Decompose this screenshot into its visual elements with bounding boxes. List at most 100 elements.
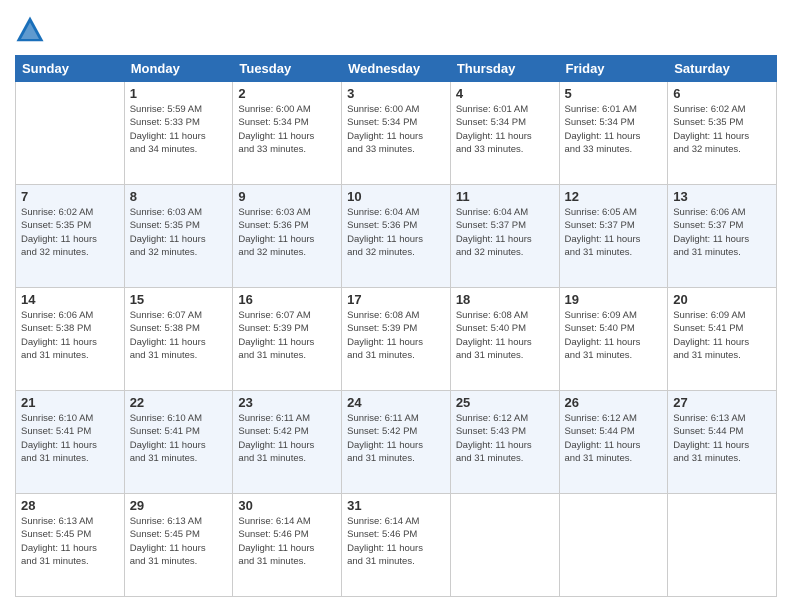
- day-info: Sunrise: 6:11 AM Sunset: 5:42 PM Dayligh…: [238, 412, 336, 465]
- calendar-cell: 30 Sunrise: 6:14 AM Sunset: 5:46 PM Dayli…: [233, 494, 342, 597]
- day-number: 11: [456, 189, 554, 204]
- day-number: 19: [565, 292, 663, 307]
- day-info: Sunrise: 6:07 AM Sunset: 5:39 PM Dayligh…: [238, 309, 336, 362]
- day-info: Sunrise: 6:11 AM Sunset: 5:42 PM Dayligh…: [347, 412, 445, 465]
- calendar-header-tuesday: Tuesday: [233, 56, 342, 82]
- day-info: Sunrise: 6:12 AM Sunset: 5:44 PM Dayligh…: [565, 412, 663, 465]
- day-number: 10: [347, 189, 445, 204]
- day-number: 31: [347, 498, 445, 513]
- calendar-week-row: 7 Sunrise: 6:02 AM Sunset: 5:35 PM Daylig…: [16, 185, 777, 288]
- day-info: Sunrise: 6:13 AM Sunset: 5:45 PM Dayligh…: [130, 515, 228, 568]
- calendar-cell: 12 Sunrise: 6:05 AM Sunset: 5:37 PM Dayli…: [559, 185, 668, 288]
- day-number: 27: [673, 395, 771, 410]
- calendar-cell: 3 Sunrise: 6:00 AM Sunset: 5:34 PM Daylig…: [342, 82, 451, 185]
- page: SundayMondayTuesdayWednesdayThursdayFrid…: [0, 0, 792, 612]
- calendar-cell: 21Sunrise: 6:10 AM Sunset: 5:41 PM Dayli…: [16, 391, 125, 494]
- calendar-cell: 19 Sunrise: 6:09 AM Sunset: 5:40 PM Dayli…: [559, 288, 668, 391]
- day-info: Sunrise: 6:13 AM Sunset: 5:45 PM Dayligh…: [21, 515, 119, 568]
- day-info: Sunrise: 6:04 AM Sunset: 5:36 PM Dayligh…: [347, 206, 445, 259]
- calendar-header-wednesday: Wednesday: [342, 56, 451, 82]
- calendar-cell: 23 Sunrise: 6:11 AM Sunset: 5:42 PM Dayli…: [233, 391, 342, 494]
- calendar-cell: 4Sunrise: 6:01 AM Sunset: 5:34 PM Daylig…: [450, 82, 559, 185]
- day-info: Sunrise: 6:10 AM Sunset: 5:41 PM Dayligh…: [130, 412, 228, 465]
- day-info: Sunrise: 6:14 AM Sunset: 5:46 PM Dayligh…: [238, 515, 336, 568]
- day-number: 1: [130, 86, 228, 101]
- day-info: Sunrise: 6:07 AM Sunset: 5:38 PM Dayligh…: [130, 309, 228, 362]
- day-number: 30: [238, 498, 336, 513]
- day-info: Sunrise: 6:05 AM Sunset: 5:37 PM Dayligh…: [565, 206, 663, 259]
- day-info: Sunrise: 6:08 AM Sunset: 5:40 PM Dayligh…: [456, 309, 554, 362]
- day-number: 12: [565, 189, 663, 204]
- day-info: Sunrise: 6:03 AM Sunset: 5:36 PM Dayligh…: [238, 206, 336, 259]
- day-number: 23: [238, 395, 336, 410]
- calendar-cell: 14 Sunrise: 6:06 AM Sunset: 5:38 PM Dayli…: [16, 288, 125, 391]
- calendar-cell: 18Sunrise: 6:08 AM Sunset: 5:40 PM Dayli…: [450, 288, 559, 391]
- calendar-header-sunday: Sunday: [16, 56, 125, 82]
- day-info: Sunrise: 6:10 AM Sunset: 5:41 PM Dayligh…: [21, 412, 119, 465]
- day-info: Sunrise: 6:12 AM Sunset: 5:43 PM Dayligh…: [456, 412, 554, 465]
- calendar-week-row: 14 Sunrise: 6:06 AM Sunset: 5:38 PM Dayli…: [16, 288, 777, 391]
- calendar-week-row: 1 Sunrise: 5:59 AM Sunset: 5:33 PM Daylig…: [16, 82, 777, 185]
- day-info: Sunrise: 6:06 AM Sunset: 5:38 PM Dayligh…: [21, 309, 119, 362]
- calendar-cell: 2Sunrise: 6:00 AM Sunset: 5:34 PM Daylig…: [233, 82, 342, 185]
- calendar-header-friday: Friday: [559, 56, 668, 82]
- calendar-cell: 13 Sunrise: 6:06 AM Sunset: 5:37 PM Dayli…: [668, 185, 777, 288]
- day-number: 14: [21, 292, 119, 307]
- calendar-cell: 25 Sunrise: 6:12 AM Sunset: 5:43 PM Dayli…: [450, 391, 559, 494]
- calendar-cell: 15 Sunrise: 6:07 AM Sunset: 5:38 PM Dayli…: [124, 288, 233, 391]
- day-info: Sunrise: 6:00 AM Sunset: 5:34 PM Dayligh…: [347, 103, 445, 156]
- calendar-cell: 5Sunrise: 6:01 AM Sunset: 5:34 PM Daylig…: [559, 82, 668, 185]
- calendar-cell: 17 Sunrise: 6:08 AM Sunset: 5:39 PM Dayli…: [342, 288, 451, 391]
- day-info: Sunrise: 6:09 AM Sunset: 5:40 PM Dayligh…: [565, 309, 663, 362]
- day-number: 28: [21, 498, 119, 513]
- day-info: Sunrise: 6:08 AM Sunset: 5:39 PM Dayligh…: [347, 309, 445, 362]
- day-number: 9: [238, 189, 336, 204]
- day-info: Sunrise: 6:01 AM Sunset: 5:34 PM Dayligh…: [565, 103, 663, 156]
- calendar-cell: 1 Sunrise: 5:59 AM Sunset: 5:33 PM Daylig…: [124, 82, 233, 185]
- calendar-cell: 16Sunrise: 6:07 AM Sunset: 5:39 PM Dayli…: [233, 288, 342, 391]
- day-info: Sunrise: 6:02 AM Sunset: 5:35 PM Dayligh…: [21, 206, 119, 259]
- day-info: Sunrise: 6:06 AM Sunset: 5:37 PM Dayligh…: [673, 206, 771, 259]
- day-info: Sunrise: 6:02 AM Sunset: 5:35 PM Dayligh…: [673, 103, 771, 156]
- day-number: 25: [456, 395, 554, 410]
- calendar-cell: [668, 494, 777, 597]
- calendar-cell: 26 Sunrise: 6:12 AM Sunset: 5:44 PM Dayli…: [559, 391, 668, 494]
- day-info: Sunrise: 6:13 AM Sunset: 5:44 PM Dayligh…: [673, 412, 771, 465]
- calendar-header-row: SundayMondayTuesdayWednesdayThursdayFrid…: [16, 56, 777, 82]
- day-number: 4: [456, 86, 554, 101]
- day-number: 7: [21, 189, 119, 204]
- calendar-cell: 28 Sunrise: 6:13 AM Sunset: 5:45 PM Dayli…: [16, 494, 125, 597]
- calendar-cell: 31 Sunrise: 6:14 AM Sunset: 5:46 PM Dayli…: [342, 494, 451, 597]
- logo-icon: [15, 15, 45, 45]
- calendar-header-thursday: Thursday: [450, 56, 559, 82]
- calendar-cell: 24 Sunrise: 6:11 AM Sunset: 5:42 PM Dayli…: [342, 391, 451, 494]
- calendar-header-saturday: Saturday: [668, 56, 777, 82]
- day-number: 20: [673, 292, 771, 307]
- calendar-cell: 6Sunrise: 6:02 AM Sunset: 5:35 PM Daylig…: [668, 82, 777, 185]
- calendar-cell: 29 Sunrise: 6:13 AM Sunset: 5:45 PM Dayli…: [124, 494, 233, 597]
- day-info: Sunrise: 5:59 AM Sunset: 5:33 PM Dayligh…: [130, 103, 228, 156]
- calendar-cell: 20 Sunrise: 6:09 AM Sunset: 5:41 PM Dayli…: [668, 288, 777, 391]
- calendar-cell: 22 Sunrise: 6:10 AM Sunset: 5:41 PM Dayli…: [124, 391, 233, 494]
- header: [15, 15, 777, 45]
- day-number: 26: [565, 395, 663, 410]
- calendar-cell: 10 Sunrise: 6:04 AM Sunset: 5:36 PM Dayli…: [342, 185, 451, 288]
- day-number: 3: [347, 86, 445, 101]
- calendar-cell: 7 Sunrise: 6:02 AM Sunset: 5:35 PM Daylig…: [16, 185, 125, 288]
- logo: [15, 15, 49, 45]
- day-number: 24: [347, 395, 445, 410]
- day-number: 17: [347, 292, 445, 307]
- calendar-cell: 11 Sunrise: 6:04 AM Sunset: 5:37 PM Dayli…: [450, 185, 559, 288]
- day-info: Sunrise: 6:04 AM Sunset: 5:37 PM Dayligh…: [456, 206, 554, 259]
- day-number: 8: [130, 189, 228, 204]
- day-number: 22: [130, 395, 228, 410]
- day-number: 15: [130, 292, 228, 307]
- day-info: Sunrise: 6:14 AM Sunset: 5:46 PM Dayligh…: [347, 515, 445, 568]
- day-number: 13: [673, 189, 771, 204]
- calendar-table: SundayMondayTuesdayWednesdayThursdayFrid…: [15, 55, 777, 597]
- calendar-cell: 9 Sunrise: 6:03 AM Sunset: 5:36 PM Daylig…: [233, 185, 342, 288]
- day-number: 29: [130, 498, 228, 513]
- calendar-cell: 8Sunrise: 6:03 AM Sunset: 5:35 PM Daylig…: [124, 185, 233, 288]
- day-info: Sunrise: 6:09 AM Sunset: 5:41 PM Dayligh…: [673, 309, 771, 362]
- calendar-cell: [16, 82, 125, 185]
